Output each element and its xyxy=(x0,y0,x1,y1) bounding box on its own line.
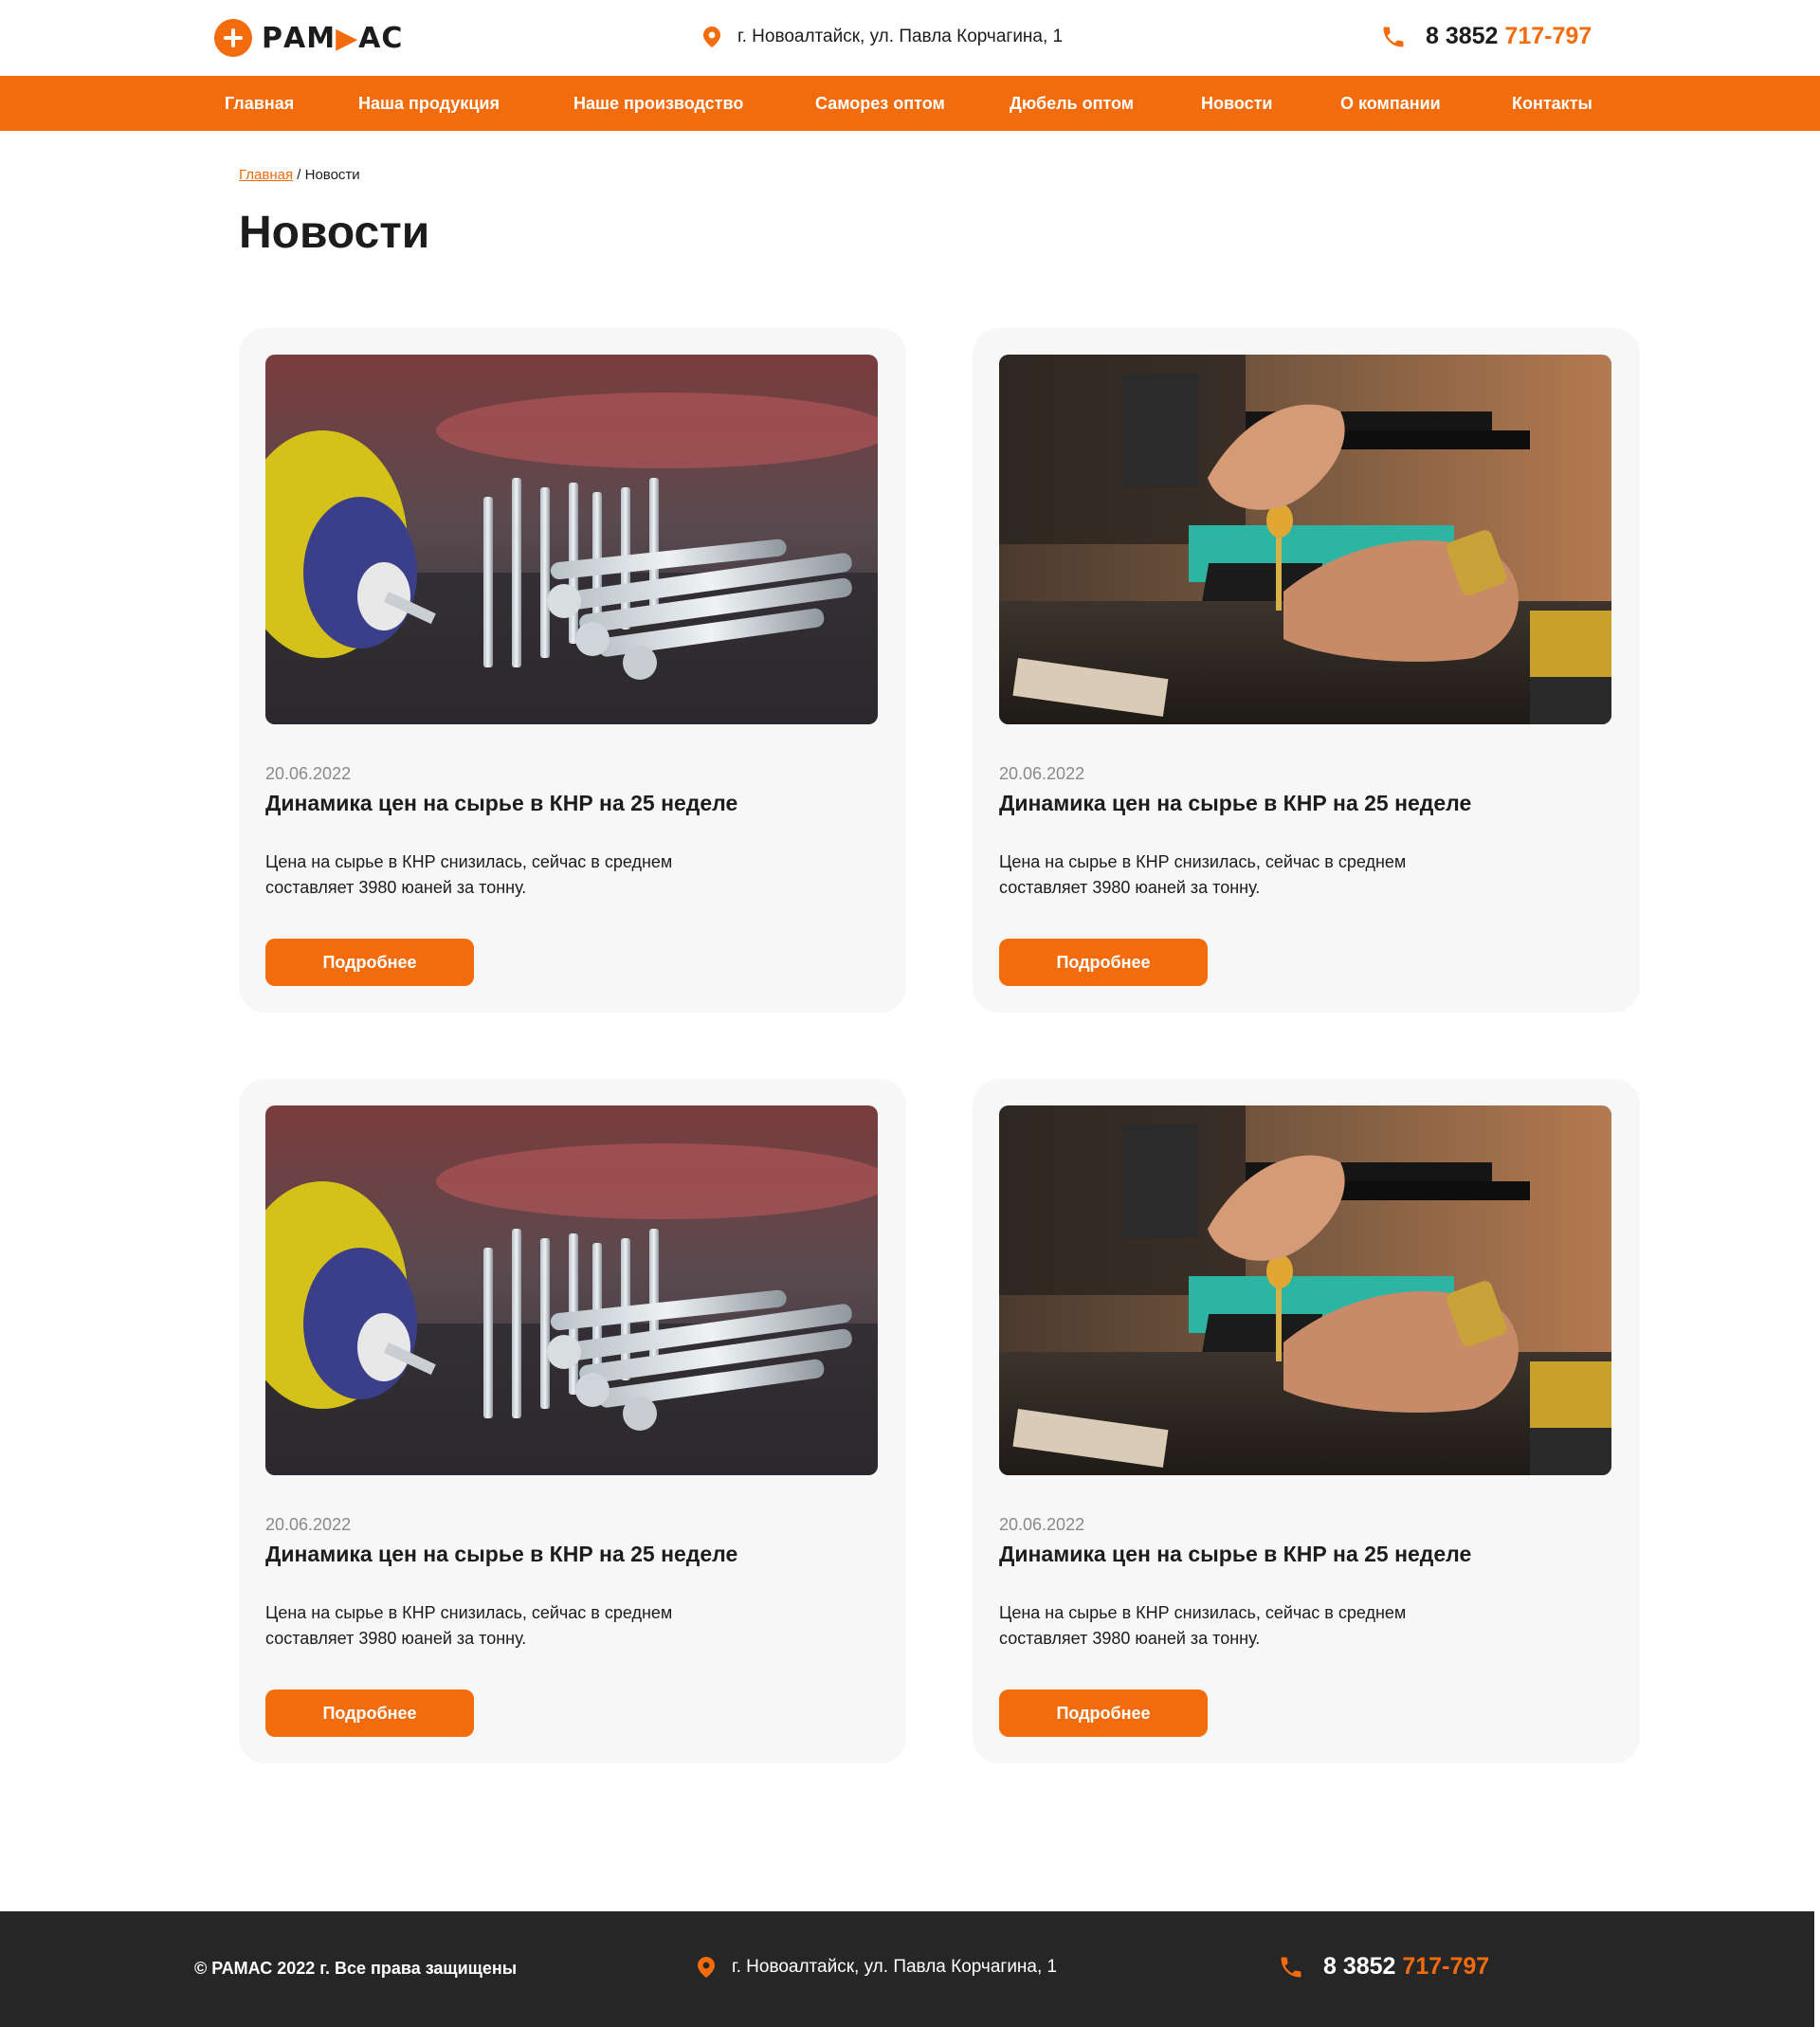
read-more-button[interactable]: Подробнее xyxy=(265,1689,474,1737)
news-date: 20.06.2022 xyxy=(999,764,1085,783)
news-excerpt: Цена на сырье в КНР снизилась, сейчас в … xyxy=(265,1603,673,1648)
news-image-workshop[interactable] xyxy=(999,1105,1611,1475)
location-pin-icon xyxy=(703,27,720,47)
nav-item-about[interactable]: О компании xyxy=(1340,76,1441,131)
breadcrumb-separator: / xyxy=(293,167,305,183)
nav-item-news[interactable]: Новости xyxy=(1201,76,1272,131)
footer: © РАМАС 2022 г. Все права защищены г. Но… xyxy=(0,1911,1814,2027)
read-more-button[interactable]: Подробнее xyxy=(265,939,474,986)
news-card: 20.06.2022 Динамика цен на сырье в КНР н… xyxy=(239,328,906,1013)
news-title[interactable]: Динамика цен на сырье в КНР на 25 неделе xyxy=(265,1542,737,1567)
news-title[interactable]: Динамика цен на сырье в КНР на 25 неделе xyxy=(999,1542,1471,1567)
news-excerpt: Цена на сырье в КНР снизилась, сейчас в … xyxy=(999,852,1407,897)
phone-icon xyxy=(1380,24,1407,50)
news-date: 20.06.2022 xyxy=(999,1515,1085,1534)
phone-icon xyxy=(1278,1954,1304,1981)
news-card: 20.06.2022 Динамика цен на сырье в КНР н… xyxy=(239,1079,906,1763)
logo-text: РАМ▶АС xyxy=(262,21,404,55)
footer-phone-number: 717-797 xyxy=(1402,1953,1490,1980)
read-more-button[interactable]: Подробнее xyxy=(999,939,1208,986)
footer-address-text: г. Новоалтайск, ул. Павла Корчагина, 1 xyxy=(732,1957,1058,1977)
logo[interactable]: РАМ▶АС xyxy=(214,19,403,57)
footer-copyright: © РАМАС 2022 г. Все права защищены xyxy=(194,1959,518,1978)
footer-phone[interactable]: 8 3852 717-797 xyxy=(1278,1953,1489,1981)
news-excerpt: Цена на сырье в КНР снизилась, сейчас в … xyxy=(265,852,673,897)
news-title[interactable]: Динамика цен на сырье в КНР на 25 неделе xyxy=(999,791,1471,816)
header-address-text: г. Новоалтайск, ул. Павла Корчагина, 1 xyxy=(737,27,1064,46)
footer-phone-prefix: 8 3852 xyxy=(1323,1953,1396,1980)
nav-item-products[interactable]: Наша продукция xyxy=(358,76,500,131)
news-date: 20.06.2022 xyxy=(265,764,352,783)
header-address: г. Новоалтайск, ул. Павла Корчагина, 1 xyxy=(703,27,1063,47)
footer-address: г. Новоалтайск, ул. Павла Корчагина, 1 xyxy=(698,1957,1057,1978)
nav-item-contacts[interactable]: Контакты xyxy=(1512,76,1592,131)
read-more-button[interactable]: Подробнее xyxy=(999,1689,1208,1737)
top-header: РАМ▶АС г. Новоалтайск, ул. Павла Корчаги… xyxy=(0,0,1820,76)
nav-item-home[interactable]: Главная xyxy=(225,76,294,131)
page-title: Новости xyxy=(239,208,430,258)
news-image-workshop[interactable] xyxy=(999,355,1611,724)
header-phone-number: 717-797 xyxy=(1504,23,1592,49)
news-excerpt: Цена на сырье в КНР снизилась, сейчас в … xyxy=(999,1603,1407,1648)
breadcrumb: Главная / Новости xyxy=(239,167,360,183)
nav-item-screws-wholesale[interactable]: Саморез оптом xyxy=(815,76,945,131)
header-phone-prefix: 8 3852 xyxy=(1426,23,1499,49)
nav-item-dowels-wholesale[interactable]: Дюбель оптом xyxy=(1010,76,1134,131)
news-image-screws[interactable] xyxy=(265,1105,878,1475)
news-image-screws[interactable] xyxy=(265,355,878,724)
breadcrumb-home-link[interactable]: Главная xyxy=(239,167,293,183)
breadcrumb-current: Новости xyxy=(304,167,360,183)
nav-item-production[interactable]: Наше производство xyxy=(573,76,743,131)
main-nav: Главная Наша продукция Наше производство… xyxy=(0,76,1820,131)
news-card: 20.06.2022 Динамика цен на сырье в КНР н… xyxy=(973,328,1640,1013)
header-phone[interactable]: 8 3852 717-797 xyxy=(1380,23,1592,50)
news-title[interactable]: Динамика цен на сырье в КНР на 25 неделе xyxy=(265,791,737,816)
news-card: 20.06.2022 Динамика цен на сырье в КНР н… xyxy=(973,1079,1640,1763)
location-pin-icon xyxy=(698,1957,715,1978)
news-date: 20.06.2022 xyxy=(265,1515,352,1534)
logo-icon xyxy=(214,19,252,57)
